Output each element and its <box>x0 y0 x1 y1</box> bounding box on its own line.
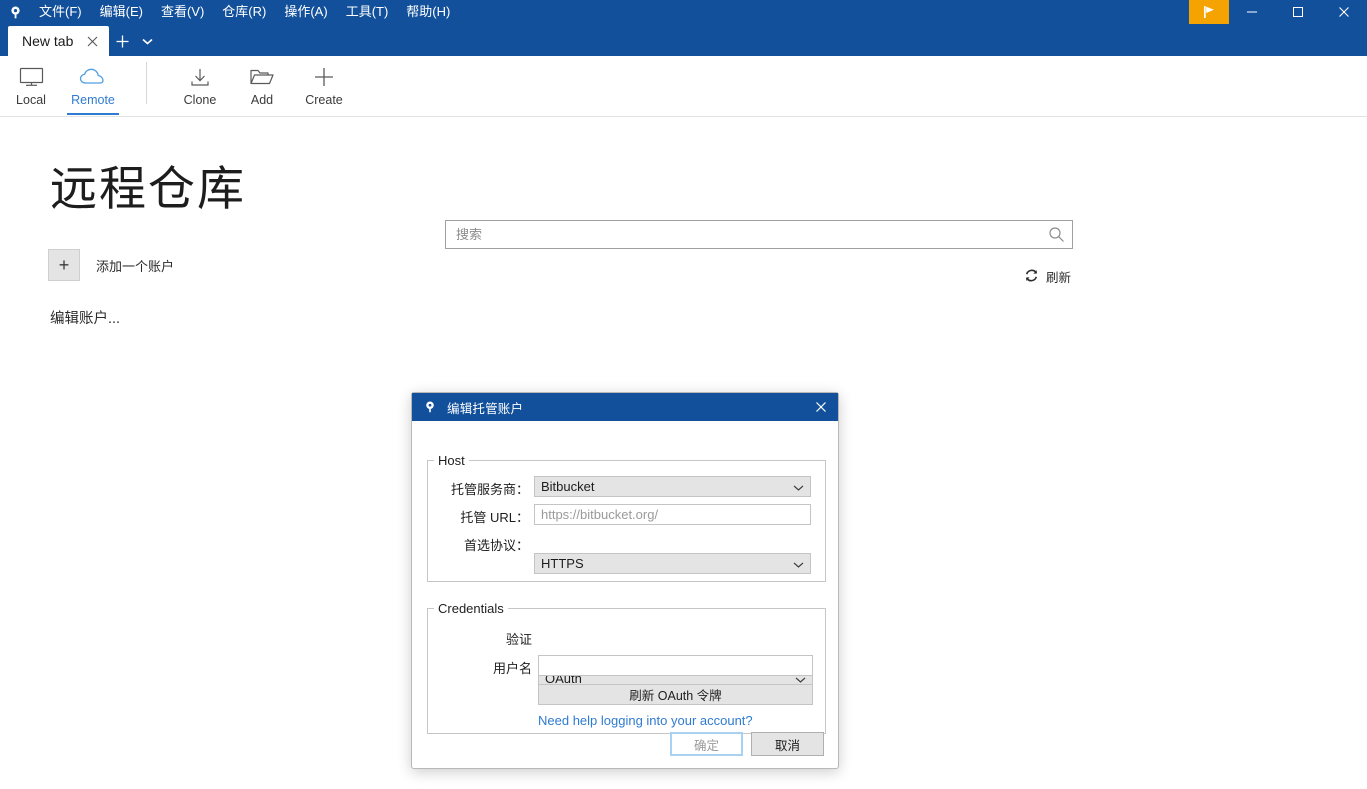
smartgit-logo-icon <box>0 0 30 24</box>
hosting-provider-select[interactable]: BitbucketGitHubGitLabAzure DevOpsGerritB… <box>534 476 811 497</box>
cancel-button[interactable]: 取消 <box>751 732 824 756</box>
search-box <box>445 220 1073 249</box>
hosting-url-label: 托管 URL： <box>460 510 529 525</box>
menu-repository[interactable]: 仓库(R) <box>213 0 275 24</box>
search-input[interactable] <box>445 220 1073 249</box>
toolbar-remote-button[interactable]: Remote <box>62 56 124 115</box>
edit-account-link[interactable]: 编辑账户... <box>50 307 120 328</box>
plus-icon <box>116 35 129 47</box>
window-controls <box>1189 0 1367 24</box>
dialog-close-button[interactable] <box>804 393 838 421</box>
menu-tools[interactable]: 工具(T) <box>337 0 398 24</box>
toolbar-local-button[interactable]: Local <box>0 56 62 115</box>
folder-icon <box>249 64 275 90</box>
maximize-button[interactable] <box>1275 0 1321 24</box>
toolbar-remote-label: Remote <box>71 93 115 107</box>
menu-file[interactable]: 文件(F) <box>30 0 91 24</box>
toolbar-add-label: Add <box>250 93 274 107</box>
close-button[interactable] <box>1321 0 1367 24</box>
toolbar-create-label: Create <box>305 93 343 107</box>
maximize-icon <box>1293 7 1303 17</box>
provider-combo-wrap: BitbucketGitHubGitLabAzure DevOpsGerritB… <box>534 476 811 497</box>
edit-hosting-account-dialog: 编辑托管账户 Host 托管服务商： BitbucketGitHub <box>411 392 839 769</box>
authentication-label: 验证 <box>505 632 532 647</box>
tab-close-icon[interactable] <box>83 32 101 50</box>
toolbar-action-group: Clone Add Create <box>169 56 355 115</box>
toolbar-separator <box>146 62 147 104</box>
download-icon <box>188 64 212 90</box>
monitor-icon <box>19 64 44 90</box>
new-tab-button[interactable] <box>109 26 135 56</box>
preferred-protocol-label: 首选协议： <box>463 538 529 553</box>
window-title-bar: 文件(F) 编辑(E) 查看(V) 仓库(R) 操作(A) 工具(T) 帮助(H… <box>0 0 1367 24</box>
tab-list-dropdown-button[interactable] <box>135 26 159 56</box>
refresh-button[interactable]: 刷新 <box>1024 267 1071 286</box>
tab-new-tab[interactable]: New tab <box>8 26 110 56</box>
main-toolbar: Local Remote Clone Add Create <box>0 56 1367 117</box>
remote-repositories-page: 远程仓库 + 添加一个账户 编辑账户... 搜索 刷新 编辑托管账户 Host … <box>0 117 1367 789</box>
menu-help[interactable]: 帮助(H) <box>397 0 459 24</box>
toolbar-local-label: Local <box>16 93 46 107</box>
hosting-url-input[interactable] <box>534 504 811 525</box>
refresh-oauth-token-button[interactable]: 刷新 OAuth 令牌 <box>538 684 813 705</box>
dialog-button-bar: 确定 取消 <box>670 732 824 756</box>
username-input[interactable] <box>538 655 813 676</box>
refresh-icon <box>1024 268 1039 286</box>
add-account-label: 添加一个账户 <box>96 258 175 274</box>
dialog-title-bar: 编辑托管账户 <box>412 393 838 421</box>
dialog-body: Host 托管服务商： BitbucketGitHubGitLabAzure D… <box>412 421 838 768</box>
flag-button[interactable] <box>1189 0 1229 24</box>
application-window: 文件(F) 编辑(E) 查看(V) 仓库(R) 操作(A) 工具(T) 帮助(H… <box>0 0 1367 789</box>
toolbar-add-button[interactable]: Add <box>231 56 293 115</box>
ok-button[interactable]: 确定 <box>670 732 743 756</box>
protocol-combo-wrap: HTTPSSSH <box>534 553 811 574</box>
cloud-icon <box>79 64 107 90</box>
menu-view[interactable]: 查看(V) <box>152 0 213 24</box>
provider-label: 托管服务商： <box>450 482 529 497</box>
refresh-label: 刷新 <box>1046 271 1072 285</box>
toolbar-view-group: Local Remote <box>0 56 124 115</box>
preferred-protocol-select[interactable]: HTTPSSSH <box>534 553 811 574</box>
add-account-row[interactable]: + 添加一个账户 <box>48 249 174 281</box>
minimize-icon <box>1247 11 1257 13</box>
menu-bar: 文件(F) 编辑(E) 查看(V) 仓库(R) 操作(A) 工具(T) 帮助(H… <box>30 0 459 24</box>
menu-edit[interactable]: 编辑(E) <box>91 0 152 24</box>
plus-icon <box>313 64 335 90</box>
username-label: 用户名 <box>492 661 532 676</box>
close-icon <box>816 402 826 412</box>
add-account-button[interactable]: + <box>48 249 80 281</box>
login-help-link[interactable]: Need help logging into your account? <box>538 713 753 728</box>
host-group-legend: Host <box>438 453 465 468</box>
page-title: 远程仓库 <box>50 162 246 215</box>
search-icon <box>1048 226 1065 243</box>
toolbar-clone-button[interactable]: Clone <box>169 56 231 115</box>
toolbar-clone-label: Clone <box>183 93 217 107</box>
chevron-down-icon <box>142 38 153 45</box>
close-icon <box>1339 7 1349 17</box>
toolbar-create-button[interactable]: Create <box>293 56 355 115</box>
smartgit-logo-icon <box>420 397 440 417</box>
tab-strip: New tab <box>0 24 1367 56</box>
flag-icon <box>1204 6 1214 18</box>
minimize-button[interactable] <box>1229 0 1275 24</box>
menu-actions[interactable]: 操作(A) <box>275 0 336 24</box>
credentials-group-legend: Credentials <box>438 601 504 616</box>
tab-label: New tab <box>22 33 74 49</box>
dialog-title: 编辑托管账户 <box>447 401 524 416</box>
